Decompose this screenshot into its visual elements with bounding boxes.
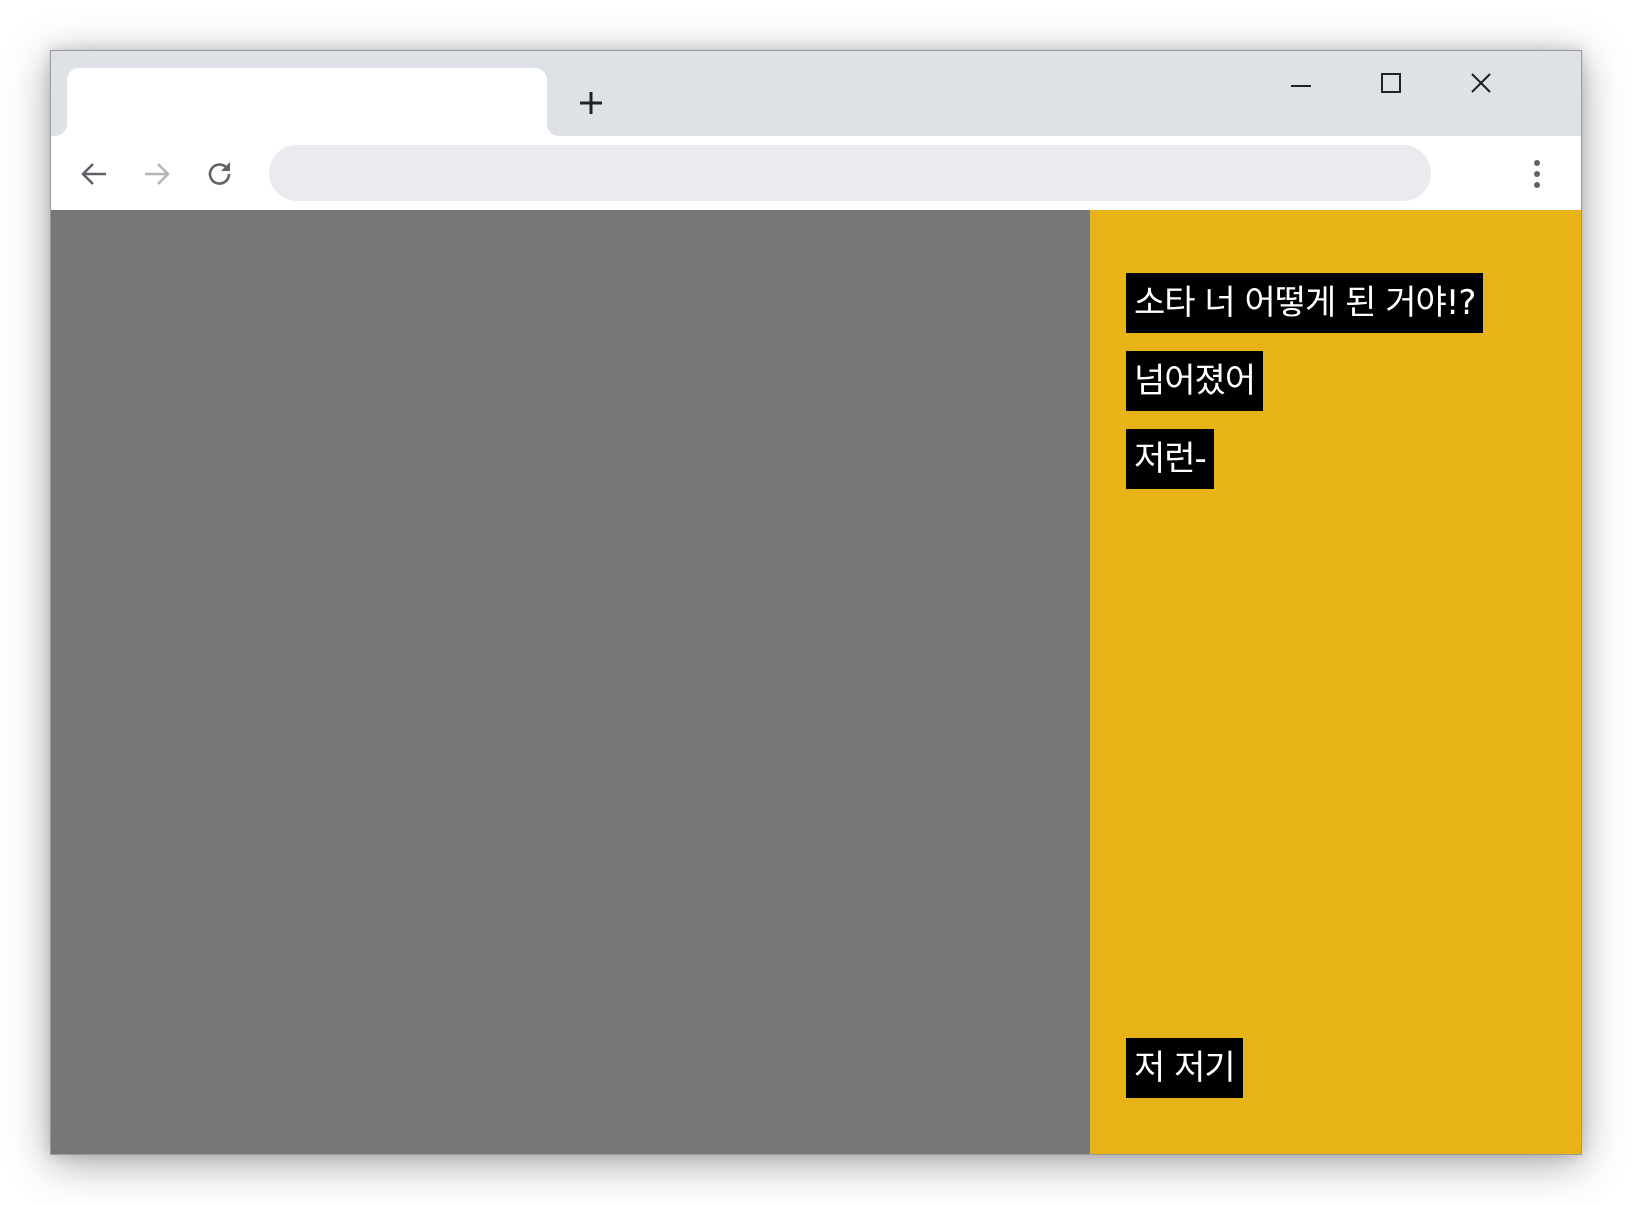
arrow-left-icon — [81, 163, 106, 185]
reload-icon — [208, 162, 231, 185]
browser-menu-button[interactable] — [1515, 152, 1559, 196]
tab-strip — [51, 51, 1581, 136]
minimize-button[interactable] — [1271, 63, 1331, 103]
maximize-icon — [1381, 73, 1401, 93]
maximize-button[interactable] — [1361, 63, 1421, 103]
back-button[interactable] — [72, 152, 116, 196]
plus-icon — [580, 92, 602, 114]
subtitle-line: 넘어졌어 — [1126, 351, 1264, 411]
video-area[interactable] — [51, 210, 1090, 1154]
active-tab[interactable] — [67, 68, 547, 136]
page-content: 소타 너 어떻게 된 거야!? 넘어졌어 저런- 저 저기 — [51, 210, 1581, 1154]
browser-window: 소타 너 어떻게 된 거야!? 넘어졌어 저런- 저 저기 — [50, 50, 1582, 1155]
close-icon — [1471, 73, 1491, 93]
address-bar[interactable] — [269, 145, 1431, 201]
minimize-icon — [1291, 85, 1311, 87]
kebab-menu-icon — [1534, 160, 1540, 188]
subtitle-line: 소타 너 어떻게 된 거야!? — [1126, 273, 1484, 333]
subtitle-line: 저런- — [1126, 429, 1214, 489]
close-window-button[interactable] — [1451, 63, 1511, 103]
subtitle-line: 저 저기 — [1126, 1038, 1243, 1098]
reload-button[interactable] — [198, 152, 242, 196]
new-tab-button[interactable] — [571, 83, 611, 123]
subtitle-panel: 소타 너 어떻게 된 거야!? 넘어졌어 저런- 저 저기 — [1090, 210, 1581, 1154]
arrow-right-icon — [145, 163, 170, 185]
forward-button[interactable] — [135, 152, 179, 196]
